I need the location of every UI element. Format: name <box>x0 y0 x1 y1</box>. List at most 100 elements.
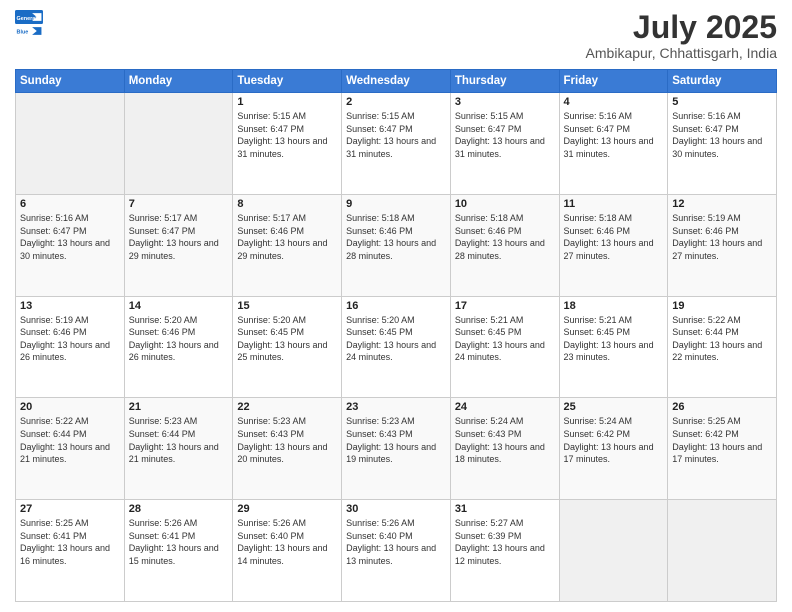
calendar-cell: 1 Sunrise: 5:15 AMSunset: 6:47 PMDaylight… <box>233 93 342 195</box>
calendar-cell: 28 Sunrise: 5:26 AMSunset: 6:41 PMDayligh… <box>124 500 233 602</box>
day-number: 28 <box>129 503 229 515</box>
day-info: Sunrise: 5:20 AMSunset: 6:45 PMDaylight:… <box>346 314 446 364</box>
day-number: 5 <box>672 96 772 108</box>
calendar-cell: 19 Sunrise: 5:22 AMSunset: 6:44 PMDayligh… <box>668 296 777 398</box>
calendar-cell: 8 Sunrise: 5:17 AMSunset: 6:46 PMDaylight… <box>233 194 342 296</box>
calendar-week-1: 1 Sunrise: 5:15 AMSunset: 6:47 PMDaylight… <box>16 93 777 195</box>
day-info: Sunrise: 5:22 AMSunset: 6:44 PMDaylight:… <box>672 314 772 364</box>
calendar-cell: 9 Sunrise: 5:18 AMSunset: 6:46 PMDaylight… <box>342 194 451 296</box>
page-header: General Blue July 2025 Ambikapur, Chhatt… <box>15 10 777 61</box>
day-info: Sunrise: 5:21 AMSunset: 6:45 PMDaylight:… <box>455 314 555 364</box>
day-info: Sunrise: 5:18 AMSunset: 6:46 PMDaylight:… <box>455 212 555 262</box>
calendar-cell <box>16 93 125 195</box>
calendar-cell: 11 Sunrise: 5:18 AMSunset: 6:46 PMDayligh… <box>559 194 668 296</box>
calendar-cell: 23Sunrise: 5:23 AMSunset: 6:43 PMDayligh… <box>342 398 451 500</box>
col-monday: Monday <box>124 70 233 93</box>
calendar-cell: 16 Sunrise: 5:20 AMSunset: 6:45 PMDayligh… <box>342 296 451 398</box>
day-info: Sunrise: 5:20 AMSunset: 6:46 PMDaylight:… <box>129 314 229 364</box>
calendar-cell <box>124 93 233 195</box>
col-tuesday: Tuesday <box>233 70 342 93</box>
day-info: Sunrise: 5:16 AMSunset: 6:47 PMDaylight:… <box>20 212 120 262</box>
svg-text:Blue: Blue <box>17 29 29 35</box>
calendar-cell: 3 Sunrise: 5:15 AMSunset: 6:47 PMDaylight… <box>450 93 559 195</box>
calendar-cell <box>668 500 777 602</box>
title-block: July 2025 Ambikapur, Chhattisgarh, India <box>586 10 777 61</box>
day-info: Sunrise: 5:15 AMSunset: 6:47 PMDaylight:… <box>455 110 555 160</box>
col-wednesday: Wednesday <box>342 70 451 93</box>
day-info: Sunrise: 5:23 AMSunset: 6:43 PMDaylight:… <box>237 415 337 465</box>
day-info: Sunrise: 5:22 AMSunset: 6:44 PMDaylight:… <box>20 415 120 465</box>
day-number: 21 <box>129 401 229 413</box>
day-number: 29 <box>237 503 337 515</box>
day-number: 20 <box>20 401 120 413</box>
calendar-cell: 13Sunrise: 5:19 AMSunset: 6:46 PMDayligh… <box>16 296 125 398</box>
calendar-cell: 31 Sunrise: 5:27 AMSunset: 6:39 PMDayligh… <box>450 500 559 602</box>
day-info: Sunrise: 5:16 AMSunset: 6:47 PMDaylight:… <box>564 110 664 160</box>
calendar-cell: 17 Sunrise: 5:21 AMSunset: 6:45 PMDayligh… <box>450 296 559 398</box>
col-sunday: Sunday <box>16 70 125 93</box>
day-number: 22 <box>237 401 337 413</box>
day-info: Sunrise: 5:15 AMSunset: 6:47 PMDaylight:… <box>237 110 337 160</box>
calendar-cell: 5 Sunrise: 5:16 AMSunset: 6:47 PMDaylight… <box>668 93 777 195</box>
calendar-header-row: Sunday Monday Tuesday Wednesday Thursday… <box>16 70 777 93</box>
day-info: Sunrise: 5:26 AMSunset: 6:41 PMDaylight:… <box>129 517 229 567</box>
day-info: Sunrise: 5:19 AMSunset: 6:46 PMDaylight:… <box>672 212 772 262</box>
month-year-title: July 2025 <box>586 10 777 45</box>
day-info: Sunrise: 5:25 AMSunset: 6:42 PMDaylight:… <box>672 415 772 465</box>
day-number: 31 <box>455 503 555 515</box>
calendar-cell: 14 Sunrise: 5:20 AMSunset: 6:46 PMDayligh… <box>124 296 233 398</box>
day-info: Sunrise: 5:15 AMSunset: 6:47 PMDaylight:… <box>346 110 446 160</box>
calendar-cell: 6Sunrise: 5:16 AMSunset: 6:47 PMDaylight… <box>16 194 125 296</box>
day-info: Sunrise: 5:17 AMSunset: 6:47 PMDaylight:… <box>129 212 229 262</box>
calendar-week-2: 6Sunrise: 5:16 AMSunset: 6:47 PMDaylight… <box>16 194 777 296</box>
day-info: Sunrise: 5:24 AMSunset: 6:42 PMDaylight:… <box>564 415 664 465</box>
calendar-cell: 20 Sunrise: 5:22 AMSunset: 6:44 PMDayligh… <box>16 398 125 500</box>
calendar-cell <box>559 500 668 602</box>
day-number: 4 <box>564 96 664 108</box>
day-info: Sunrise: 5:25 AMSunset: 6:41 PMDaylight:… <box>20 517 120 567</box>
day-number: 14 <box>129 300 229 312</box>
calendar-week-4: 20 Sunrise: 5:22 AMSunset: 6:44 PMDayligh… <box>16 398 777 500</box>
day-info: Sunrise: 5:26 AMSunset: 6:40 PMDaylight:… <box>237 517 337 567</box>
col-friday: Friday <box>559 70 668 93</box>
day-info: Sunrise: 5:18 AMSunset: 6:46 PMDaylight:… <box>564 212 664 262</box>
day-info: Sunrise: 5:16 AMSunset: 6:47 PMDaylight:… <box>672 110 772 160</box>
col-thursday: Thursday <box>450 70 559 93</box>
day-number: 19 <box>672 300 772 312</box>
calendar-cell: 21Sunrise: 5:23 AMSunset: 6:44 PMDayligh… <box>124 398 233 500</box>
location-subtitle: Ambikapur, Chhattisgarh, India <box>586 45 777 61</box>
day-info: Sunrise: 5:24 AMSunset: 6:43 PMDaylight:… <box>455 415 555 465</box>
day-number: 16 <box>346 300 446 312</box>
day-number: 24 <box>455 401 555 413</box>
day-info: Sunrise: 5:21 AMSunset: 6:45 PMDaylight:… <box>564 314 664 364</box>
calendar-cell: 10 Sunrise: 5:18 AMSunset: 6:46 PMDayligh… <box>450 194 559 296</box>
day-info: Sunrise: 5:20 AMSunset: 6:45 PMDaylight:… <box>237 314 337 364</box>
calendar-cell: 26Sunrise: 5:25 AMSunset: 6:42 PMDayligh… <box>668 398 777 500</box>
day-info: Sunrise: 5:17 AMSunset: 6:46 PMDaylight:… <box>237 212 337 262</box>
day-info: Sunrise: 5:27 AMSunset: 6:39 PMDaylight:… <box>455 517 555 567</box>
day-number: 1 <box>237 96 337 108</box>
calendar-cell: 12 Sunrise: 5:19 AMSunset: 6:46 PMDayligh… <box>668 194 777 296</box>
day-number: 9 <box>346 198 446 210</box>
day-number: 8 <box>237 198 337 210</box>
day-number: 12 <box>672 198 772 210</box>
col-saturday: Saturday <box>668 70 777 93</box>
calendar-week-5: 27Sunrise: 5:25 AMSunset: 6:41 PMDayligh… <box>16 500 777 602</box>
day-number: 10 <box>455 198 555 210</box>
day-info: Sunrise: 5:18 AMSunset: 6:46 PMDaylight:… <box>346 212 446 262</box>
day-number: 3 <box>455 96 555 108</box>
calendar-cell: 30Sunrise: 5:26 AMSunset: 6:40 PMDayligh… <box>342 500 451 602</box>
day-number: 17 <box>455 300 555 312</box>
calendar-cell: 4 Sunrise: 5:16 AMSunset: 6:47 PMDaylight… <box>559 93 668 195</box>
day-number: 15 <box>237 300 337 312</box>
logo-icon: General Blue <box>15 10 43 38</box>
day-number: 2 <box>346 96 446 108</box>
day-number: 18 <box>564 300 664 312</box>
calendar-cell: 27Sunrise: 5:25 AMSunset: 6:41 PMDayligh… <box>16 500 125 602</box>
svg-text:General: General <box>17 16 38 22</box>
day-number: 23 <box>346 401 446 413</box>
calendar-cell: 15 Sunrise: 5:20 AMSunset: 6:45 PMDayligh… <box>233 296 342 398</box>
calendar-cell: 24 Sunrise: 5:24 AMSunset: 6:43 PMDayligh… <box>450 398 559 500</box>
day-number: 11 <box>564 198 664 210</box>
day-info: Sunrise: 5:19 AMSunset: 6:46 PMDaylight:… <box>20 314 120 364</box>
